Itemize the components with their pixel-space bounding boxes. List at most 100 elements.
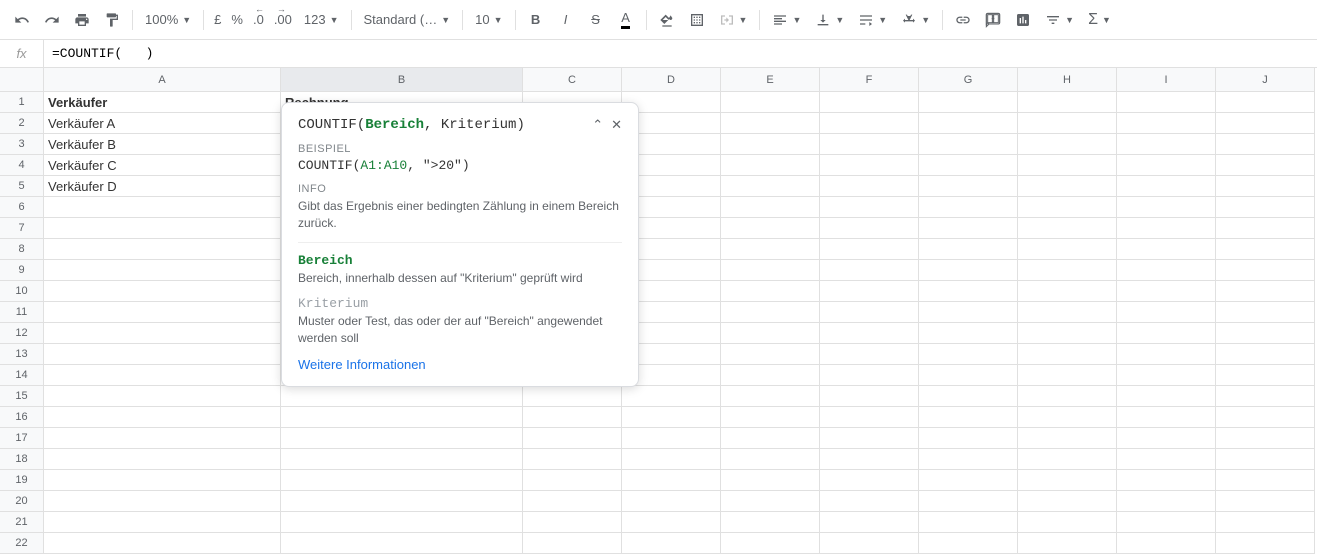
cell-H6[interactable] (1018, 197, 1117, 218)
cell-H1[interactable] (1018, 92, 1117, 113)
cell-I8[interactable] (1117, 239, 1216, 260)
cell-J2[interactable] (1216, 113, 1315, 134)
cell-I7[interactable] (1117, 218, 1216, 239)
row-header-9[interactable]: 9 (0, 260, 44, 281)
cell-A16[interactable] (44, 407, 281, 428)
cell-I13[interactable] (1117, 344, 1216, 365)
cell-H12[interactable] (1018, 323, 1117, 344)
cell-E7[interactable] (721, 218, 820, 239)
col-header-I[interactable]: I (1117, 68, 1216, 92)
functions-button[interactable]: Σ▼ (1082, 8, 1117, 32)
col-header-F[interactable]: F (820, 68, 919, 92)
cell-E16[interactable] (721, 407, 820, 428)
cell-G16[interactable] (919, 407, 1018, 428)
cell-C16[interactable] (523, 407, 622, 428)
cell-H14[interactable] (1018, 365, 1117, 386)
cell-F17[interactable] (820, 428, 919, 449)
cell-G4[interactable] (919, 155, 1018, 176)
cell-A1[interactable]: Verkäufer (44, 92, 281, 113)
cell-E15[interactable] (721, 386, 820, 407)
cell-E21[interactable] (721, 512, 820, 533)
cell-H3[interactable] (1018, 134, 1117, 155)
text-wrap-button[interactable]: ▼ (852, 8, 893, 32)
cell-B18[interactable] (281, 449, 523, 470)
cell-I11[interactable] (1117, 302, 1216, 323)
cell-B21[interactable] (281, 512, 523, 533)
cell-J11[interactable] (1216, 302, 1315, 323)
merge-cells-button[interactable]: ▼ (713, 8, 754, 32)
filter-button[interactable]: ▼ (1039, 8, 1080, 32)
cell-H15[interactable] (1018, 386, 1117, 407)
cell-G17[interactable] (919, 428, 1018, 449)
cell-G11[interactable] (919, 302, 1018, 323)
row-header-11[interactable]: 11 (0, 302, 44, 323)
cell-J3[interactable] (1216, 134, 1315, 155)
font-select[interactable]: Standard (…▼ (358, 8, 457, 32)
number-format-select[interactable]: 123▼ (298, 8, 345, 32)
cell-I17[interactable] (1117, 428, 1216, 449)
cell-F5[interactable] (820, 176, 919, 197)
cell-A17[interactable] (44, 428, 281, 449)
cell-G2[interactable] (919, 113, 1018, 134)
cell-D16[interactable] (622, 407, 721, 428)
cell-J21[interactable] (1216, 512, 1315, 533)
cell-F8[interactable] (820, 239, 919, 260)
cell-I12[interactable] (1117, 323, 1216, 344)
row-header-1[interactable]: 1 (0, 92, 44, 113)
cell-J14[interactable] (1216, 365, 1315, 386)
cell-J20[interactable] (1216, 491, 1315, 512)
strikethrough-button[interactable]: S (582, 6, 610, 34)
cell-A5[interactable]: Verkäufer D (44, 176, 281, 197)
cell-H11[interactable] (1018, 302, 1117, 323)
insert-link-button[interactable] (949, 6, 977, 34)
cell-J16[interactable] (1216, 407, 1315, 428)
cell-E9[interactable] (721, 260, 820, 281)
cell-A18[interactable] (44, 449, 281, 470)
cell-B15[interactable] (281, 386, 523, 407)
cell-J6[interactable] (1216, 197, 1315, 218)
cell-E4[interactable] (721, 155, 820, 176)
h-align-button[interactable]: ▼ (766, 8, 807, 32)
col-header-D[interactable]: D (622, 68, 721, 92)
cell-F10[interactable] (820, 281, 919, 302)
close-icon[interactable]: ✕ (611, 117, 622, 133)
cell-C18[interactable] (523, 449, 622, 470)
cell-H7[interactable] (1018, 218, 1117, 239)
cell-G7[interactable] (919, 218, 1018, 239)
cell-D19[interactable] (622, 470, 721, 491)
cell-F2[interactable] (820, 113, 919, 134)
cell-I6[interactable] (1117, 197, 1216, 218)
cell-H16[interactable] (1018, 407, 1117, 428)
cell-I3[interactable] (1117, 134, 1216, 155)
percent-button[interactable]: % (227, 12, 247, 27)
cell-J7[interactable] (1216, 218, 1315, 239)
cell-E2[interactable] (721, 113, 820, 134)
cell-C20[interactable] (523, 491, 622, 512)
cell-J18[interactable] (1216, 449, 1315, 470)
row-header-19[interactable]: 19 (0, 470, 44, 491)
cell-H4[interactable] (1018, 155, 1117, 176)
col-header-C[interactable]: C (523, 68, 622, 92)
cell-I14[interactable] (1117, 365, 1216, 386)
cell-E10[interactable] (721, 281, 820, 302)
row-header-18[interactable]: 18 (0, 449, 44, 470)
col-header-B[interactable]: B (281, 68, 523, 92)
cell-G6[interactable] (919, 197, 1018, 218)
cell-I15[interactable] (1117, 386, 1216, 407)
cell-G22[interactable] (919, 533, 1018, 554)
redo-button[interactable] (38, 6, 66, 34)
cell-I16[interactable] (1117, 407, 1216, 428)
cell-I19[interactable] (1117, 470, 1216, 491)
cell-G8[interactable] (919, 239, 1018, 260)
cell-F12[interactable] (820, 323, 919, 344)
cell-G12[interactable] (919, 323, 1018, 344)
font-size-select[interactable]: 10▼ (469, 8, 508, 32)
zoom-select[interactable]: 100%▼ (139, 8, 197, 32)
cell-B19[interactable] (281, 470, 523, 491)
row-header-7[interactable]: 7 (0, 218, 44, 239)
cell-I18[interactable] (1117, 449, 1216, 470)
cell-E20[interactable] (721, 491, 820, 512)
select-all-corner[interactable] (0, 68, 44, 92)
cell-A12[interactable] (44, 323, 281, 344)
cell-J9[interactable] (1216, 260, 1315, 281)
